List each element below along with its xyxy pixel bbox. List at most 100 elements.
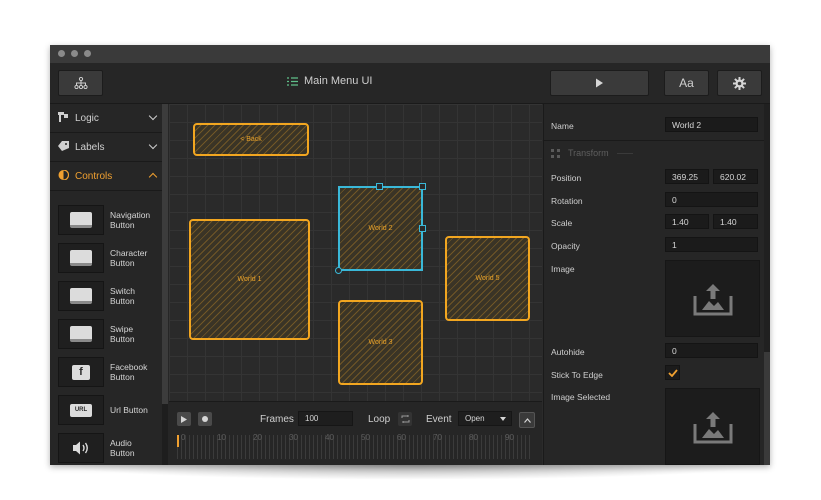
image-dropzone[interactable] [665, 260, 760, 337]
tick-label: 70 [433, 433, 442, 442]
timeline-ruler[interactable]: 0 10 20 30 40 50 60 70 80 90 [177, 433, 533, 459]
font-button[interactable]: Aa [664, 70, 709, 96]
scale-y-input[interactable]: 1.40 [713, 214, 758, 229]
component-label: Url Button [110, 405, 148, 415]
scale-x-input[interactable]: 1.40 [665, 214, 709, 229]
collapse-timeline-button[interactable] [519, 412, 535, 428]
resize-handle[interactable] [419, 225, 426, 232]
autohide-input[interactable]: 0 [665, 343, 758, 358]
sidebar-scroll-thumb[interactable] [162, 104, 168, 404]
frames-input[interactable]: 100 [298, 411, 353, 426]
timeline-play-button[interactable] [177, 412, 191, 426]
section-label: Controls [75, 170, 113, 182]
node-back-button[interactable]: < Back [193, 123, 309, 156]
tick-label: 10 [217, 433, 226, 442]
pivot-handle[interactable] [335, 267, 342, 274]
play-icon [181, 415, 187, 423]
resize-handle[interactable] [419, 183, 426, 190]
node-world-2[interactable]: World 2 [338, 186, 423, 271]
component-audio-button[interactable]: Audio Button [50, 429, 162, 465]
upload-image-icon [693, 283, 732, 315]
rotation-label: Rotation [551, 196, 583, 206]
play-button[interactable] [550, 70, 649, 96]
opacity-input[interactable]: 1 [665, 237, 758, 252]
name-label: Name [551, 121, 574, 131]
image-selected-dropzone[interactable] [665, 388, 760, 465]
component-swipe-button[interactable]: Swipe Button [50, 315, 162, 353]
loop-label: Loop [368, 414, 391, 425]
button-icon [58, 205, 104, 235]
gear-icon [733, 76, 746, 90]
node-world-5[interactable]: World 5 [445, 236, 530, 321]
properties-scrollbar[interactable] [764, 104, 770, 465]
logic-icon [58, 111, 69, 125]
scale-label: Scale [551, 218, 573, 228]
event-select[interactable]: Open [458, 411, 512, 426]
maximize-window-dot[interactable] [84, 50, 91, 57]
stick-to-edge-checkbox[interactable] [665, 365, 680, 380]
component-navigation-button[interactable]: Navigation Button [50, 201, 162, 239]
image-selected-label: Image Selected [551, 392, 611, 402]
tick-label: 20 [253, 433, 262, 442]
node-label: World 1 [237, 276, 262, 283]
transform-header[interactable]: Transform [551, 148, 633, 158]
section-label: Logic [75, 112, 99, 124]
move-icon [551, 148, 560, 158]
frames-label: Frames [260, 414, 294, 425]
transform-label: Transform [568, 148, 609, 158]
image-label: Image [551, 264, 575, 274]
window-shadow [50, 464, 770, 480]
name-input[interactable]: World 2 [665, 117, 758, 132]
settings-button[interactable] [717, 70, 762, 96]
component-facebook-button[interactable]: f Facebook Button [50, 353, 162, 391]
component-url-button[interactable]: URL Url Button [50, 391, 162, 429]
node-world-3[interactable]: World 3 [338, 300, 423, 385]
properties-panel: Name World 2 Transform Position 369.25 6… [543, 104, 770, 465]
component-switch-button[interactable]: Switch Button [50, 277, 162, 315]
sidebar-scrollbar[interactable] [162, 104, 168, 465]
hierarchy-button[interactable] [58, 70, 103, 96]
divider [616, 152, 633, 154]
node-label: < Back [240, 136, 262, 143]
timeline-panel: Frames 100 Loop Event Open 0 10 20 30 40… [169, 401, 542, 465]
url-icon: URL [58, 395, 104, 425]
component-sidebar: Logic Labels Controls Navigation Button … [50, 104, 169, 465]
position-x-input[interactable]: 369.25 [665, 169, 709, 184]
rotation-input[interactable]: 0 [665, 192, 758, 207]
design-canvas[interactable]: < Back World 1 World 2 World 5 World 3 [169, 104, 542, 401]
component-character-button[interactable]: Character Button [50, 239, 162, 277]
record-button[interactable] [198, 412, 212, 426]
list-icon [287, 76, 298, 86]
tick-label: 90 [505, 433, 514, 442]
tick-label: 80 [469, 433, 478, 442]
playhead[interactable] [177, 435, 179, 447]
properties-scroll-thumb[interactable] [764, 352, 770, 465]
title-bar [50, 45, 770, 63]
tick-label: 50 [361, 433, 370, 442]
controls-icon [58, 168, 70, 183]
resize-handle[interactable] [376, 183, 383, 190]
component-label: Navigation Button [110, 210, 151, 230]
component-label: Switch Button [110, 286, 136, 306]
position-label: Position [551, 173, 582, 183]
section-logic[interactable]: Logic [50, 104, 162, 133]
minimize-window-dot[interactable] [71, 50, 78, 57]
title-text: Main Menu UI [304, 75, 373, 87]
component-label: Swipe Button [110, 324, 135, 344]
checkmark-icon [667, 368, 678, 377]
section-controls[interactable]: Controls [50, 162, 162, 191]
loop-icon[interactable] [398, 412, 412, 426]
component-label: Audio Button [110, 438, 135, 458]
tick-label: 40 [325, 433, 334, 442]
tick-label: 30 [289, 433, 298, 442]
section-labels[interactable]: Labels [50, 133, 162, 162]
play-icon [596, 78, 603, 88]
facebook-icon: f [58, 357, 104, 387]
close-window-dot[interactable] [58, 50, 65, 57]
record-icon [202, 416, 208, 422]
speaker-icon [58, 433, 104, 463]
position-y-input[interactable]: 620.02 [713, 169, 758, 184]
node-label: World 5 [475, 275, 500, 282]
node-world-1[interactable]: World 1 [189, 219, 310, 340]
chevron-down-icon [148, 140, 158, 150]
